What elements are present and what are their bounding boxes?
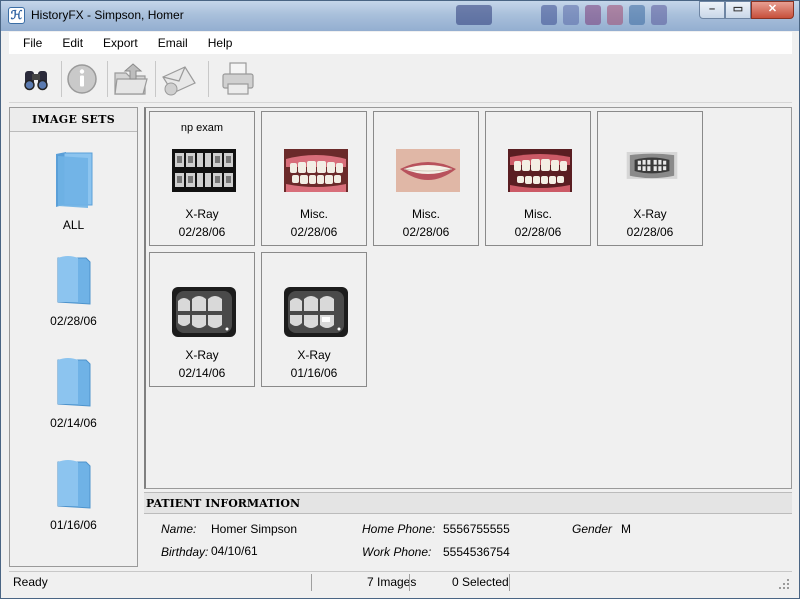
selected-count: 0 Selected <box>452 575 509 589</box>
image-sets-header: IMAGE SETS <box>10 108 137 132</box>
image-thumbnail[interactable]: X-Ray 01/16/06 <box>261 252 367 387</box>
image-set-label: 02/28/06 <box>50 314 97 328</box>
bitewing-xray-image <box>284 287 348 337</box>
patient-work-phone: 5554536754 <box>443 545 510 559</box>
patient-gender: M <box>621 522 631 536</box>
image-type: X-Ray <box>633 207 667 221</box>
printer-icon[interactable] <box>218 59 258 99</box>
image-type: X-Ray <box>185 207 219 221</box>
image-set-2006-02-28[interactable]: 02/28/06 <box>10 254 137 328</box>
image-set-all[interactable]: ALL <box>10 150 137 232</box>
menu-file[interactable]: File <box>13 36 52 50</box>
image-thumbnail[interactable]: np exam X-Ray 02/28/06 <box>149 111 255 246</box>
app-logo-icon: ℋ <box>8 7 25 24</box>
image-type: Misc. <box>300 207 328 221</box>
menu-help[interactable]: Help <box>198 36 243 50</box>
image-type: X-Ray <box>185 348 219 362</box>
image-grid: np exam X-Ray 02/28/06 Misc. 02/28/06 Mi… <box>144 107 792 489</box>
resize-grip-icon[interactable] <box>778 578 790 590</box>
status-bar: Ready 7 Images 0 Selected <box>9 571 792 592</box>
minimize-button[interactable]: – <box>699 1 725 19</box>
menu-export[interactable]: Export <box>93 36 148 50</box>
panoramic-xray-image <box>626 152 678 179</box>
teeth-photo-image <box>508 149 572 192</box>
image-set-2006-02-14[interactable]: 02/14/06 <box>10 356 137 430</box>
toolbar <box>9 55 792 103</box>
close-button[interactable]: ✕ <box>751 1 794 19</box>
name-label: Name: <box>161 522 197 536</box>
bitewing-xray-image <box>172 287 236 337</box>
image-set-2006-01-16[interactable]: 01/16/06 <box>10 458 137 532</box>
patient-birthday: 04/10/61 <box>211 544 258 558</box>
image-caption: np exam <box>180 122 224 134</box>
patient-name: Homer Simpson <box>211 522 298 536</box>
binoculars-icon[interactable] <box>17 59 57 99</box>
email-icon[interactable] <box>159 59 199 99</box>
folder-icon <box>55 152 92 208</box>
image-thumbnail[interactable]: Misc. 02/28/06 <box>485 111 591 246</box>
menu-email[interactable]: Email <box>148 36 198 50</box>
image-type: X-Ray <box>297 348 331 362</box>
image-date: 02/14/06 <box>178 366 226 380</box>
image-thumbnail[interactable]: Misc. 02/28/06 <box>373 111 479 246</box>
image-thumbnail[interactable]: X-Ray 02/28/06 <box>597 111 703 246</box>
image-set-label: ALL <box>62 218 85 232</box>
image-type: Misc. <box>524 207 552 221</box>
title-bar[interactable]: ℋ HistoryFX - Simpson, Homer – ▭ ✕ <box>1 1 799 31</box>
maximize-button[interactable]: ▭ <box>725 1 751 19</box>
folder-icon <box>57 256 90 305</box>
image-date: 02/28/06 <box>402 225 450 239</box>
menu-bar: File Edit Export Email Help <box>9 32 792 54</box>
work-phone-label: Work Phone: <box>362 545 432 559</box>
image-date: 02/28/06 <box>178 225 226 239</box>
image-date: 02/28/06 <box>514 225 562 239</box>
smile-photo-image <box>396 149 460 192</box>
window-title: HistoryFX - Simpson, Homer <box>31 8 184 22</box>
image-thumbnail[interactable]: X-Ray 02/14/06 <box>149 252 255 387</box>
patient-information-header: PATIENT INFORMATION <box>144 492 792 514</box>
patient-home-phone: 5556755555 <box>443 522 510 536</box>
teeth-photo-image <box>284 149 348 192</box>
status-text: Ready <box>13 575 48 589</box>
image-set-label: 02/14/06 <box>50 416 97 430</box>
image-type: Misc. <box>412 207 440 221</box>
birthday-label: Birthday: <box>161 545 209 559</box>
home-phone-label: Home Phone: <box>362 522 436 536</box>
folder-icon <box>57 358 90 407</box>
image-date: 02/28/06 <box>290 225 338 239</box>
image-sets-panel: IMAGE SETS ALL 02/28/06 02/14/06 01/16/0… <box>9 107 138 567</box>
window-controls: – ▭ ✕ <box>699 1 794 21</box>
folder-icon <box>57 460 90 509</box>
xray-full-mouth-image <box>172 149 236 192</box>
export-folder-icon[interactable] <box>111 59 151 99</box>
gender-label: Gender <box>572 522 613 536</box>
image-date: 02/28/06 <box>626 225 674 239</box>
image-date: 01/16/06 <box>290 366 338 380</box>
image-set-label: 01/16/06 <box>50 518 97 532</box>
menu-edit[interactable]: Edit <box>52 36 93 50</box>
image-thumbnail[interactable]: Misc. 02/28/06 <box>261 111 367 246</box>
app-window: ℋ HistoryFX - Simpson, Homer – ▭ ✕ File … <box>0 0 800 599</box>
info-icon[interactable] <box>63 59 103 99</box>
patient-information-panel: PATIENT INFORMATION Name: Homer Simpson … <box>144 492 792 567</box>
